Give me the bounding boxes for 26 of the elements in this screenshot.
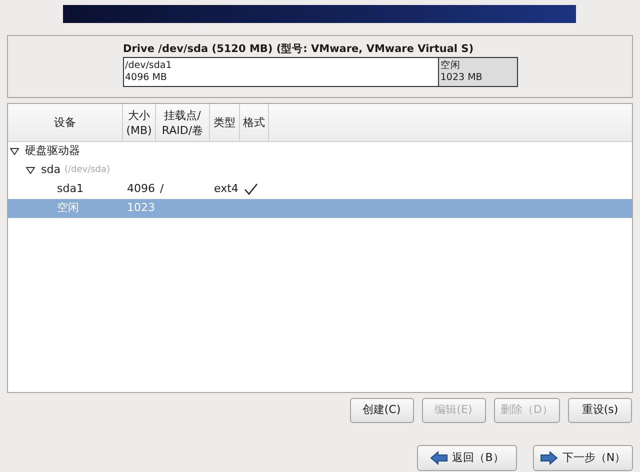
- segment-name: 空闲: [440, 60, 462, 72]
- column-header: 类型: [210, 104, 240, 141]
- column-header: 挂载点/ RAID/卷: [156, 104, 210, 141]
- next-button[interactable]: 下一步（N）: [533, 445, 633, 471]
- column-header: 格式: [240, 104, 269, 141]
- device-name: 硬盘驱动器: [25, 143, 80, 160]
- drive-title: Drive /dev/sda (5120 MB) (型号: VMware, VMware Virtual S): [123, 42, 475, 56]
- segment-name: /dev/sda1: [125, 60, 173, 72]
- size-value: 1023: [127, 201, 155, 214]
- segment-size: 1023 MB: [440, 72, 484, 84]
- device-name: sda1: [57, 181, 84, 198]
- device-path: (/dev/sda): [64, 164, 110, 177]
- segment-size: 4096 MB: [125, 72, 168, 84]
- filesystem-type: ext4: [214, 182, 238, 196]
- action-button[interactable]: 重设(s): [568, 398, 632, 423]
- device-name: 空闲: [57, 200, 79, 216]
- tree-row[interactable]: sda1 4096 / ext4: [8, 180, 632, 199]
- back-button[interactable]: 返回（B）: [417, 445, 517, 471]
- mount-point: /: [160, 182, 164, 196]
- column-header: 设备: [8, 104, 123, 141]
- action-button[interactable]: 创建(C): [350, 398, 414, 423]
- column-header: 大小 (MB): [123, 104, 156, 141]
- tree-row[interactable]: 硬盘驱动器: [8, 142, 632, 161]
- device-name: sda: [41, 162, 60, 178]
- tree-row[interactable]: sda (/dev/sda): [8, 161, 632, 180]
- size-value: 4096: [127, 182, 155, 196]
